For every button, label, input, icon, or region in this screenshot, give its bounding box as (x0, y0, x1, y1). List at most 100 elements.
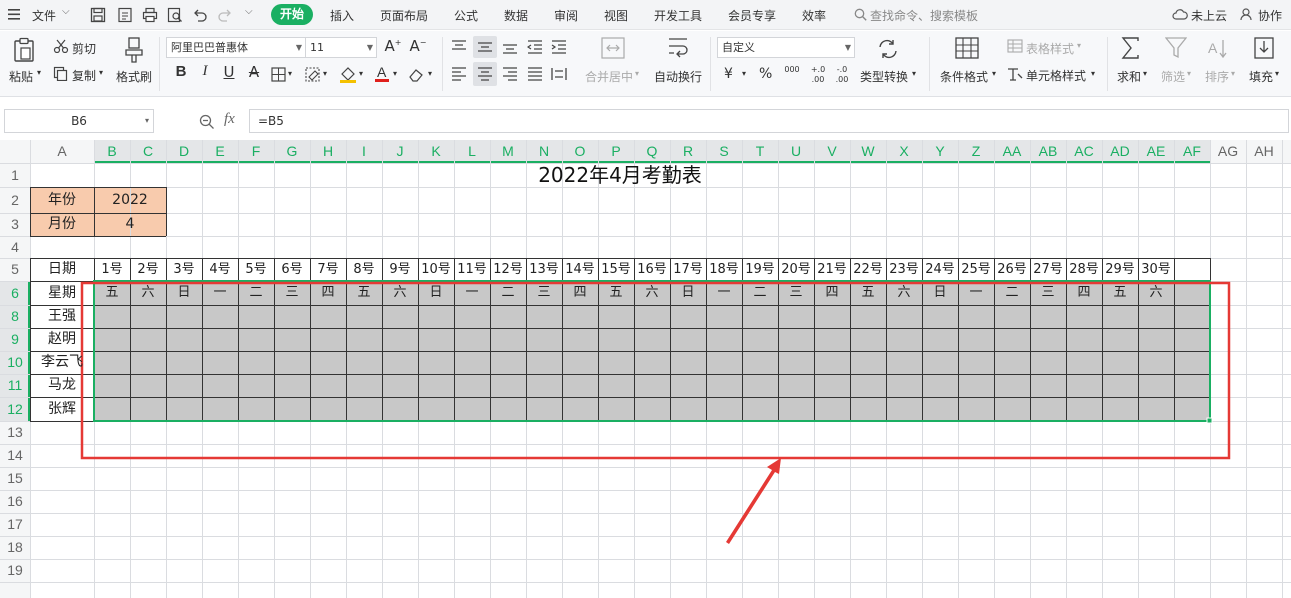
sort-dropdown-icon[interactable]: ▾ (1231, 69, 1235, 78)
year-value-cell[interactable]: 2022 (94, 187, 166, 213)
date-cell[interactable]: 3号 (165, 258, 203, 281)
date-cell[interactable]: 27号 (1029, 258, 1067, 281)
formula-input[interactable]: =B5 (249, 109, 1289, 133)
column-header-g[interactable]: G (274, 143, 310, 163)
row-header-17[interactable]: 17 (0, 513, 30, 536)
weekday-cell[interactable]: 二 (994, 281, 1030, 305)
date-cell[interactable]: 6号 (273, 258, 311, 281)
row-header-11[interactable]: 11 (0, 374, 30, 397)
insert-function-icon[interactable]: fx (224, 111, 235, 128)
weekday-cell[interactable]: 二 (490, 281, 526, 305)
spreadsheet-grid[interactable]: A B C D E F G H I J K L M N O P Q R S T U V W X Y Z AA AB AC AD AE AF AG… (0, 140, 1291, 598)
column-header-t[interactable]: T (742, 143, 778, 163)
employee-name-cell[interactable]: 马龙 (30, 374, 94, 397)
thousands-separator-button[interactable]: 000 (782, 65, 802, 74)
tab-member[interactable]: 会员专享 (728, 7, 776, 24)
table-style-button[interactable]: 表格样式 (1026, 40, 1074, 57)
column-header-a[interactable]: A (30, 143, 94, 163)
tab-review[interactable]: 审阅 (554, 7, 578, 24)
sum-button[interactable]: 求和 (1117, 68, 1141, 85)
date-cell[interactable]: 9号 (381, 258, 419, 281)
cell-fill-dropdown-icon[interactable]: ▾ (323, 69, 327, 78)
column-header-af[interactable]: AF (1174, 143, 1210, 163)
weekday-cell[interactable]: 三 (274, 281, 310, 305)
strikethrough-icon[interactable]: A (244, 63, 264, 81)
zoom-formula-icon[interactable] (199, 114, 215, 133)
weekday-cell[interactable]: 一 (706, 281, 742, 305)
wrap-text-button[interactable]: 自动换行 (654, 68, 702, 85)
weekday-cell[interactable]: 五 (346, 281, 382, 305)
hamburger-menu-icon[interactable] (8, 9, 20, 20)
weekday-cell[interactable]: 日 (670, 281, 706, 305)
column-header-j[interactable]: J (382, 143, 418, 163)
tab-view[interactable]: 视图 (604, 7, 628, 24)
date-cell[interactable]: 18号 (705, 258, 743, 281)
column-header-k[interactable]: K (418, 143, 454, 163)
date-cell[interactable]: 25号 (957, 258, 995, 281)
date-cell[interactable]: 23号 (885, 258, 923, 281)
export-pdf-icon[interactable] (117, 7, 133, 26)
cell-style-icon[interactable] (1007, 67, 1023, 84)
weekday-cell[interactable]: 一 (202, 281, 238, 305)
quick-access-more-icon[interactable]: ⌵ (245, 6, 253, 17)
row-header-16[interactable]: 16 (0, 490, 30, 513)
row-header-9[interactable]: 9 (0, 328, 30, 351)
chevron-down-icon[interactable]: ⌵ (62, 6, 70, 17)
column-header-c[interactable]: C (130, 143, 166, 163)
date-cell[interactable]: 4号 (201, 258, 239, 281)
weekday-cell[interactable]: 六 (634, 281, 670, 305)
date-cell[interactable]: 2号 (129, 258, 167, 281)
column-header-ag[interactable]: AG (1210, 143, 1246, 163)
weekday-label-cell[interactable]: 星期 (30, 281, 94, 305)
column-header-y[interactable]: Y (922, 143, 958, 163)
merge-center-button[interactable]: 合并居中 (585, 68, 633, 85)
weekday-cell[interactable]: 五 (94, 281, 130, 305)
sum-dropdown-icon[interactable]: ▾ (1143, 69, 1147, 78)
italic-icon[interactable]: I (195, 63, 215, 80)
clear-format-icon[interactable] (408, 67, 425, 85)
collaborate-button[interactable]: 协作 (1258, 7, 1282, 24)
format-painter-button[interactable]: 格式刷 (116, 68, 152, 85)
column-header-p[interactable]: P (598, 143, 634, 163)
column-header-ae[interactable]: AE (1138, 143, 1174, 163)
align-center-icon[interactable] (477, 67, 493, 84)
row-header-19[interactable]: 19 (0, 559, 30, 582)
align-left-icon[interactable] (451, 67, 467, 84)
number-format-select[interactable]: 自定义 ▼ (717, 37, 855, 58)
cell-style-button[interactable]: 单元格样式 (1026, 67, 1086, 84)
decrease-font-icon[interactable]: A− (408, 37, 428, 55)
align-middle-icon[interactable] (477, 40, 493, 57)
weekday-cell[interactable]: 日 (418, 281, 454, 305)
tab-developer[interactable]: 开发工具 (654, 7, 702, 24)
underline-icon[interactable]: U (219, 63, 239, 81)
tab-efficiency[interactable]: 效率 (802, 7, 826, 24)
paste-button[interactable]: 粘贴 (9, 68, 33, 85)
column-header-w[interactable]: W (850, 143, 886, 163)
fill-color-icon[interactable] (339, 65, 357, 86)
column-header-q[interactable]: Q (634, 143, 670, 163)
fill-down-icon[interactable] (1254, 37, 1274, 62)
row-header-1[interactable]: 1 (0, 163, 30, 187)
date-cell[interactable]: 7号 (309, 258, 347, 281)
conditional-format-dropdown-icon[interactable]: ▾ (992, 69, 996, 78)
wrap-text-icon[interactable] (666, 37, 690, 62)
date-cell[interactable]: 26号 (993, 258, 1031, 281)
row-header-18[interactable]: 18 (0, 536, 30, 559)
copy-button[interactable]: 复制 (72, 67, 96, 84)
weekday-cell[interactable]: 四 (310, 281, 346, 305)
redo-icon[interactable] (217, 7, 233, 26)
column-header-l[interactable]: L (454, 143, 490, 163)
row-header-4[interactable]: 4 (0, 236, 30, 258)
cloud-status[interactable]: 未上云 (1191, 7, 1227, 24)
date-cell[interactable]: 16号 (633, 258, 671, 281)
print-preview-icon[interactable] (167, 7, 183, 26)
weekday-cell[interactable]: 六 (130, 281, 166, 305)
file-menu[interactable]: 文件 (32, 7, 56, 24)
align-top-icon[interactable] (451, 40, 467, 57)
date-cell[interactable]: 28号 (1065, 258, 1103, 281)
weekday-cell[interactable]: 六 (886, 281, 922, 305)
weekday-cell[interactable]: 三 (526, 281, 562, 305)
currency-dropdown-icon[interactable]: ▾ (742, 69, 746, 78)
column-header-v[interactable]: V (814, 143, 850, 163)
percent-button[interactable]: % (759, 66, 772, 82)
